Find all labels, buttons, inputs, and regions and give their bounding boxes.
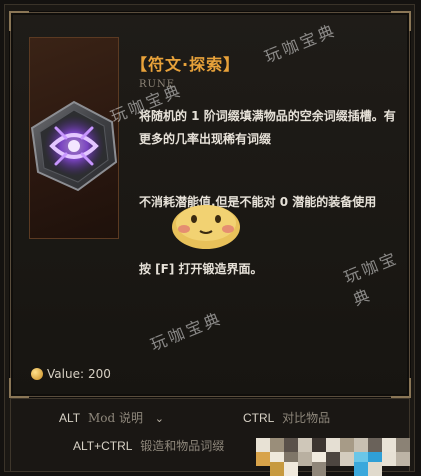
gold-coin-icon: [31, 368, 43, 380]
alt-ctrl-label: 锻造和物品词缀: [140, 439, 225, 453]
item-value: Value: 200: [31, 367, 111, 381]
corner-ornament: [9, 11, 29, 31]
value-label: Value:: [47, 367, 84, 381]
ctrl-label: 对比物品: [282, 411, 331, 425]
item-usage-hint: 按 [F] 打开锻造界面。: [139, 262, 263, 276]
corner-ornament: [391, 378, 411, 398]
ctrl-key: CTRL: [243, 411, 275, 425]
corner-ornament: [9, 378, 29, 398]
pixelated-patch: [246, 430, 421, 476]
item-description: 将随机的 1 阶词缀填满物品的空余词缀插槽。有更多的几率出现稀有词缀: [139, 109, 396, 146]
alt-label: Mod 说明: [87, 411, 143, 425]
alt-hint[interactable]: ALT Mod 说明 ⌄: [59, 409, 164, 426]
corner-ornament: [391, 11, 411, 31]
ctrl-hint[interactable]: CTRL 对比物品: [243, 409, 330, 426]
item-type: RUNE: [139, 79, 176, 90]
item-title: 【符文·探索】: [131, 55, 241, 74]
mascot-sticker-icon: [172, 205, 240, 249]
rune-purple-glyph-icon: [30, 100, 118, 192]
alt-ctrl-key: ALT+CTRL: [73, 439, 133, 453]
item-icon-frame: [29, 37, 119, 239]
chevron-down-icon: ⌄: [154, 412, 165, 425]
alt-ctrl-hint[interactable]: ALT+CTRL 锻造和物品词缀: [73, 437, 224, 454]
alt-key: ALT: [59, 411, 81, 425]
value-amount: 200: [88, 367, 111, 381]
